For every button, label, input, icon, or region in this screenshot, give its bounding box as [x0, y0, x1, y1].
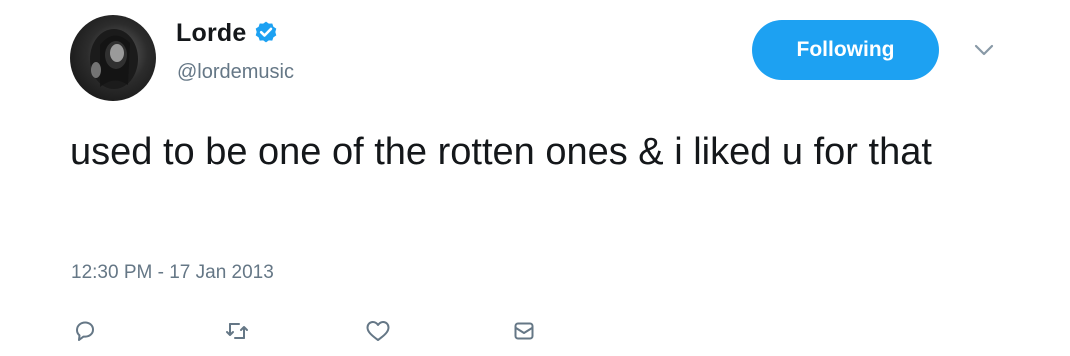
envelope-icon[interactable] — [511, 318, 537, 344]
heart-icon[interactable] — [365, 318, 391, 344]
tweet-timestamp[interactable]: 12:30 PM - 17 Jan 2013 — [71, 262, 274, 284]
user-handle[interactable]: @lordemusic — [177, 61, 294, 84]
retweet-icon[interactable] — [224, 318, 250, 344]
display-name[interactable]: Lorde — [176, 19, 246, 48]
following-button[interactable]: Following — [752, 20, 939, 80]
verified-badge-icon — [253, 20, 279, 46]
chevron-down-icon[interactable] — [971, 40, 997, 60]
reply-icon[interactable] — [72, 318, 98, 344]
name-row: Lorde — [176, 16, 279, 50]
avatar[interactable] — [70, 15, 156, 101]
tweet-text: used to be one of the rotten ones & i li… — [70, 131, 932, 173]
tweet-card: Lorde @lordemusic Following used to be o… — [0, 0, 1070, 356]
